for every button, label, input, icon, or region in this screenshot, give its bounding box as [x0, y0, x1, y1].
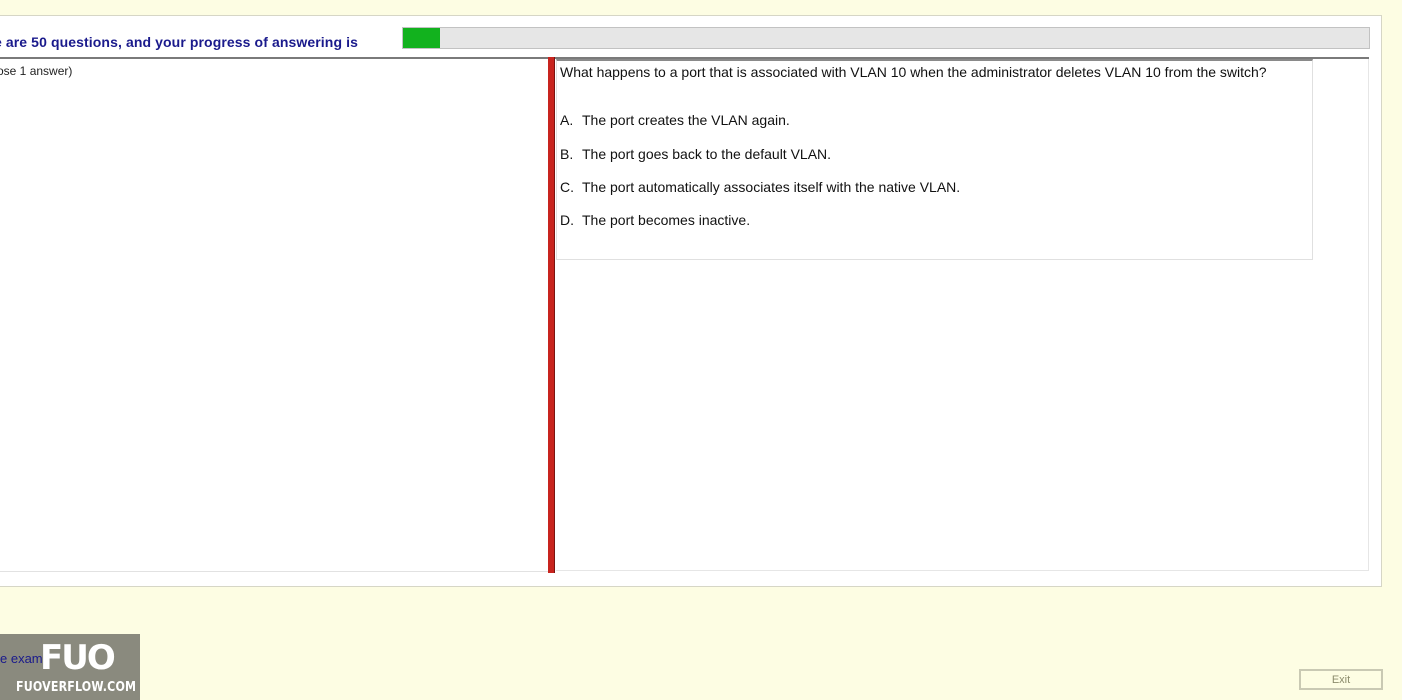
watermark-logo: FUO	[40, 638, 116, 678]
option-letter: A.	[560, 112, 574, 128]
option-text: The port goes back to the default VLAN.	[582, 146, 832, 162]
option-d[interactable]: D. The port becomes inactive.	[560, 212, 750, 228]
option-text: The port automatically associates itself…	[582, 179, 961, 195]
option-letter: C.	[560, 179, 574, 195]
answer-pane	[0, 59, 548, 572]
option-letter: B.	[560, 146, 574, 162]
progress-bar	[402, 27, 1370, 49]
question-text: What happens to a port that is associate…	[560, 64, 1267, 80]
exit-button[interactable]: Exit	[1299, 669, 1383, 690]
progress-bar-fill	[403, 28, 440, 48]
option-text: The port creates the VLAN again.	[582, 112, 790, 128]
option-c[interactable]: C. The port automatically associates itse…	[560, 179, 960, 195]
question-box: What happens to a port that is associate…	[556, 59, 1313, 260]
end-exam-link[interactable]: e exam	[0, 651, 43, 666]
watermark-site: FUOVERFLOW.COM	[16, 680, 137, 695]
option-b[interactable]: B. The port goes back to the default VLAN…	[560, 146, 831, 162]
watermark: e exam FUO FUOVERFLOW.COM	[0, 634, 140, 700]
option-letter: D.	[560, 212, 574, 228]
progress-label: e are 50 questions, and your progress of…	[0, 34, 358, 50]
pane-divider[interactable]	[548, 57, 555, 573]
answer-instruction: ose 1 answer)	[0, 64, 73, 78]
option-a[interactable]: A. The port creates the VLAN again.	[560, 112, 790, 128]
option-text: The port becomes inactive.	[582, 212, 751, 228]
